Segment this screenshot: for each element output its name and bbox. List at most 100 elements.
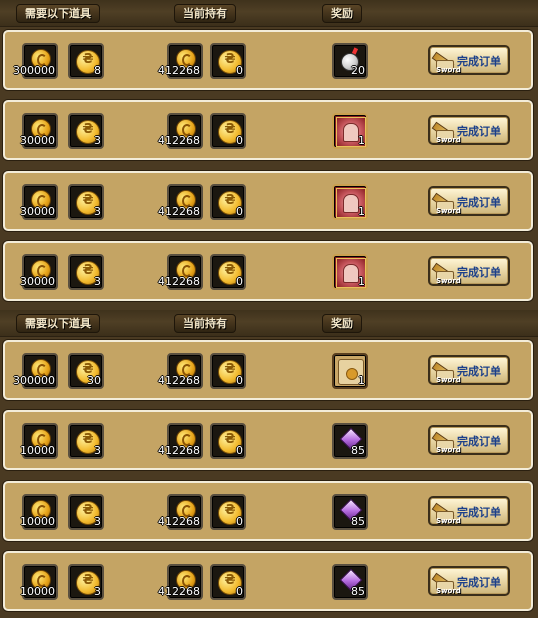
button-sublabel: Sword <box>436 446 461 454</box>
held-coin-qty: 412268 <box>158 585 200 598</box>
complete-order-label: 完成订单 <box>457 266 501 279</box>
held-token-slot: 0 <box>210 564 246 600</box>
complete-order-button[interactable]: 完成订单 Sword <box>428 355 510 385</box>
reward-qty: 1 <box>358 134 365 147</box>
reward-slot: 1 <box>332 353 368 389</box>
held-token-slot: 0 <box>210 113 246 149</box>
column-header-bar: 需要以下道具 当前持有 奖励 <box>0 310 538 337</box>
button-sublabel: Sword <box>436 517 461 525</box>
required-coin-slot: 300000 <box>13 43 58 79</box>
order-row: 30000 3 412268 0 1 完成订单 Swor <box>3 100 533 160</box>
complete-order-label: 完成订单 <box>457 506 501 519</box>
order-row: 30000 3 412268 0 1 完成订单 Swor <box>3 241 533 301</box>
required-token-qty: 8 <box>94 64 101 77</box>
complete-order-label: 完成订单 <box>457 55 501 68</box>
required-token-qty: 3 <box>94 275 101 288</box>
header-current: 当前持有 <box>174 4 236 23</box>
required-coin-slot: 30000 <box>20 254 58 290</box>
held-token-qty: 0 <box>236 205 243 218</box>
required-coin-qty: 10000 <box>20 515 55 528</box>
button-sublabel: Sword <box>436 207 461 215</box>
header-reward: 奖励 <box>322 314 362 333</box>
order-row: 300000 30 412268 0 1 完成订单 Sw <box>3 340 533 400</box>
complete-order-label: 完成订单 <box>457 125 501 138</box>
required-token-slot: 30 <box>68 353 104 389</box>
complete-order-button[interactable]: 完成订单 Sword <box>428 425 510 455</box>
held-coin-qty: 412268 <box>158 515 200 528</box>
required-token-qty: 30 <box>87 374 101 387</box>
order-section: 需要以下道具 当前持有 奖励 300000 30 412268 0 1 <box>0 310 538 618</box>
complete-order-button[interactable]: 完成订单 Sword <box>428 496 510 526</box>
held-coin-qty: 412268 <box>158 64 200 77</box>
order-row: 30000 3 412268 0 1 完成订单 Swor <box>3 171 533 231</box>
held-token-qty: 0 <box>236 585 243 598</box>
required-coin-slot: 30000 <box>20 113 58 149</box>
required-coin-qty: 300000 <box>13 64 55 77</box>
button-sublabel: Sword <box>436 66 461 74</box>
required-coin-slot: 30000 <box>20 184 58 220</box>
header-reward: 奖励 <box>322 4 362 23</box>
reward-qty: 85 <box>351 515 365 528</box>
reward-qty: 1 <box>358 374 365 387</box>
required-token-slot: 3 <box>68 184 104 220</box>
held-token-slot: 0 <box>210 184 246 220</box>
held-coin-slot: 412268 <box>158 254 203 290</box>
held-token-qty: 0 <box>236 444 243 457</box>
held-coin-slot: 412268 <box>158 353 203 389</box>
held-token-qty: 0 <box>236 64 243 77</box>
held-token-slot: 0 <box>210 43 246 79</box>
held-coin-slot: 412268 <box>158 564 203 600</box>
header-current: 当前持有 <box>174 314 236 333</box>
required-coin-slot: 10000 <box>20 494 58 530</box>
complete-order-button[interactable]: 完成订单 Sword <box>428 566 510 596</box>
button-sublabel: Sword <box>436 587 461 595</box>
required-coin-qty: 10000 <box>20 444 55 457</box>
complete-order-label: 完成订单 <box>457 365 501 378</box>
reward-slot: 85 <box>332 423 368 459</box>
reward-slot: 85 <box>332 494 368 530</box>
required-coin-slot: 10000 <box>20 564 58 600</box>
required-token-qty: 3 <box>94 134 101 147</box>
order-row: 10000 3 412268 0 85 完成订单 Swo <box>3 551 533 611</box>
complete-order-button[interactable]: 完成订单 Sword <box>428 45 510 75</box>
required-token-slot: 3 <box>68 564 104 600</box>
column-header-bar: 需要以下道具 当前持有 奖励 <box>0 0 538 27</box>
order-row: 10000 3 412268 0 85 完成订单 Swo <box>3 481 533 541</box>
required-token-qty: 3 <box>94 585 101 598</box>
required-coin-qty: 300000 <box>13 374 55 387</box>
reward-qty: 20 <box>351 64 365 77</box>
complete-order-button[interactable]: 完成订单 Sword <box>428 186 510 216</box>
order-row: 10000 3 412268 0 85 完成订单 Swo <box>3 410 533 470</box>
required-token-qty: 3 <box>94 205 101 218</box>
required-token-qty: 3 <box>94 444 101 457</box>
reward-slot: 20 <box>332 43 368 79</box>
reward-slot: 85 <box>332 564 368 600</box>
reward-qty: 85 <box>351 585 365 598</box>
held-coin-slot: 412268 <box>158 113 203 149</box>
required-coin-slot: 300000 <box>13 353 58 389</box>
reward-qty: 1 <box>358 205 365 218</box>
reward-qty: 85 <box>351 444 365 457</box>
order-section: 需要以下道具 当前持有 奖励 300000 8 412268 0 20 <box>0 0 538 308</box>
button-sublabel: Sword <box>436 376 461 384</box>
held-token-qty: 0 <box>236 275 243 288</box>
complete-order-button[interactable]: 完成订单 Sword <box>428 256 510 286</box>
header-required: 需要以下道具 <box>16 4 100 23</box>
held-coin-slot: 412268 <box>158 494 203 530</box>
held-coin-qty: 412268 <box>158 374 200 387</box>
required-coin-qty: 30000 <box>20 205 55 218</box>
complete-order-label: 完成订单 <box>457 196 501 209</box>
button-sublabel: Sword <box>436 277 461 285</box>
complete-order-button[interactable]: 完成订单 Sword <box>428 115 510 145</box>
required-coin-qty: 30000 <box>20 134 55 147</box>
held-token-slot: 0 <box>210 353 246 389</box>
reward-slot: 1 <box>332 113 368 149</box>
held-token-qty: 0 <box>236 134 243 147</box>
held-coin-slot: 412268 <box>158 43 203 79</box>
held-token-slot: 0 <box>210 254 246 290</box>
complete-order-label: 完成订单 <box>457 576 501 589</box>
required-token-slot: 8 <box>68 43 104 79</box>
button-sublabel: Sword <box>436 136 461 144</box>
held-coin-qty: 412268 <box>158 275 200 288</box>
required-token-slot: 3 <box>68 113 104 149</box>
